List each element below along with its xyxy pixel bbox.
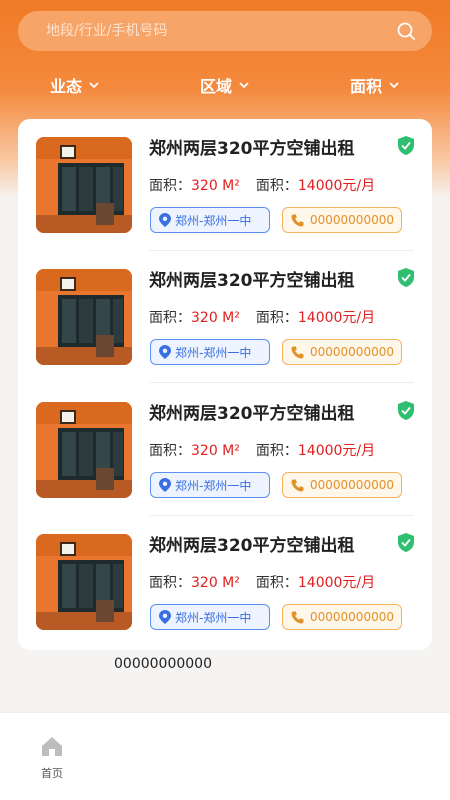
- filter-bar: 业态 区域 面积: [0, 70, 450, 100]
- location-pin-icon: [159, 610, 171, 624]
- home-icon: [42, 737, 62, 756]
- area-value: 320 M²: [191, 310, 240, 326]
- chevron-down-icon: [89, 82, 99, 89]
- location-text: 郑州-郑州一中: [175, 213, 252, 228]
- price-label: 面积：: [255, 575, 298, 591]
- price-label: 面积：: [255, 443, 298, 459]
- price-label: 面积：: [255, 310, 298, 326]
- shield-check-icon: [398, 401, 414, 420]
- phone-tag[interactable]: 00000000000: [282, 207, 402, 233]
- phone-tag[interactable]: 00000000000: [282, 472, 402, 498]
- price-value: 14000元/月: [297, 575, 376, 591]
- phone-icon: [291, 214, 304, 226]
- phone-tag[interactable]: 00000000000: [282, 339, 402, 365]
- location-tag[interactable]: 郑州-郑州一中: [150, 604, 270, 630]
- divider: [149, 382, 414, 383]
- listing-title: 郑州两层320平方空铺出租: [149, 536, 355, 556]
- listing-title: 郑州两层320平方空铺出租: [149, 271, 355, 291]
- listing-meta: 面积：320 M² 面积：14000元/月: [149, 440, 375, 460]
- phone-text: 00000000000: [310, 610, 394, 624]
- area-value: 320 M²: [191, 575, 240, 591]
- filter-region[interactable]: 区域: [200, 73, 250, 97]
- location-text: 郑州-郑州一中: [175, 345, 252, 360]
- listing-title: 郑州两层320平方空铺出租: [149, 404, 355, 424]
- phone-tag[interactable]: 00000000000: [282, 604, 402, 630]
- search-bar[interactable]: [18, 11, 432, 51]
- phone-icon: [291, 611, 304, 623]
- location-tag[interactable]: 郑州-郑州一中: [150, 207, 270, 233]
- listing-title: 郑州两层320平方空铺出租: [149, 139, 355, 159]
- phone-icon: [291, 346, 304, 358]
- phone-icon: [291, 479, 304, 491]
- shop-photo: [36, 402, 132, 498]
- phone-text: 00000000000: [310, 213, 394, 227]
- filter-label: 业态: [49, 77, 82, 96]
- search-icon[interactable]: [396, 21, 416, 41]
- location-text: 郑州-郑州一中: [175, 478, 252, 493]
- area-label: 面积：: [149, 178, 191, 194]
- location-text: 郑州-郑州一中: [175, 610, 252, 625]
- shield-check-icon: [398, 268, 414, 287]
- listing-meta: 面积：320 M² 面积：14000元/月: [149, 307, 375, 327]
- tab-home-label: 首页: [41, 767, 63, 780]
- area-value: 320 M²: [191, 178, 240, 194]
- price-value: 14000元/月: [297, 310, 376, 326]
- tab-bar: 首页: [0, 712, 450, 800]
- location-tag[interactable]: 郑州-郑州一中: [150, 339, 270, 365]
- shop-photo: [36, 534, 132, 630]
- tab-home[interactable]: 首页: [32, 735, 72, 781]
- area-value: 320 M²: [191, 443, 240, 459]
- area-label: 面积：: [149, 443, 191, 459]
- price-label: 面积：: [255, 178, 298, 194]
- list-item[interactable]: 郑州两层320平方空铺出租 面积：320 M² 面积：14000元/月 郑州-郑州…: [18, 119, 432, 251]
- location-pin-icon: [159, 213, 171, 227]
- footer-text: 00000000000: [114, 656, 212, 672]
- filter-business-type[interactable]: 业态: [50, 73, 100, 97]
- area-label: 面积：: [149, 575, 191, 591]
- search-input[interactable]: [46, 23, 396, 39]
- list-item[interactable]: 郑州两层320平方空铺出租 面积：320 M² 面积：14000元/月 郑州-郑州…: [18, 516, 432, 648]
- location-pin-icon: [159, 345, 171, 359]
- chevron-down-icon: [239, 82, 249, 89]
- shield-check-icon: [398, 136, 414, 155]
- listing-meta: 面积：320 M² 面积：14000元/月: [149, 572, 375, 592]
- location-tag[interactable]: 郑州-郑州一中: [150, 472, 270, 498]
- list-item[interactable]: 郑州两层320平方空铺出租 面积：320 M² 面积：14000元/月 郑州-郑州…: [18, 384, 432, 516]
- listing-card: 郑州两层320平方空铺出租 面积：320 M² 面积：14000元/月 郑州-郑州…: [18, 119, 432, 650]
- list-item[interactable]: 郑州两层320平方空铺出租 面积：320 M² 面积：14000元/月 郑州-郑州…: [18, 251, 432, 383]
- shield-check-icon: [398, 533, 414, 552]
- filter-label: 区域: [199, 77, 232, 96]
- shop-photo: [36, 269, 132, 365]
- location-pin-icon: [159, 478, 171, 492]
- shop-photo: [36, 137, 132, 233]
- phone-text: 00000000000: [310, 345, 394, 359]
- chevron-down-icon: [389, 82, 399, 89]
- phone-text: 00000000000: [310, 478, 394, 492]
- area-label: 面积：: [149, 310, 191, 326]
- price-value: 14000元/月: [297, 178, 376, 194]
- listing-meta: 面积：320 M² 面积：14000元/月: [149, 175, 375, 195]
- filter-label: 面积: [349, 77, 382, 96]
- price-value: 14000元/月: [297, 443, 376, 459]
- filter-area[interactable]: 面积: [350, 73, 400, 97]
